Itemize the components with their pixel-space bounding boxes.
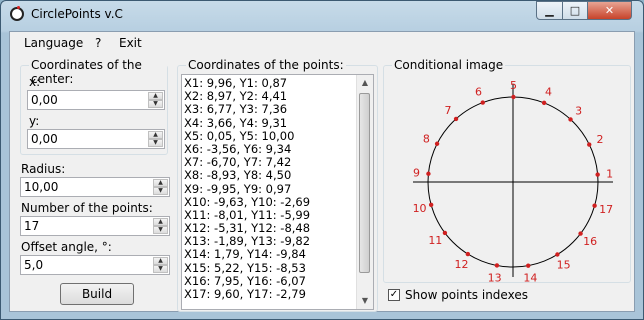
point-index-label: 8 [423,132,430,145]
num-points-up-arrow-icon[interactable]: ▲ [153,218,168,226]
radius-spinner[interactable]: ▲▼ [20,177,170,197]
center-y-spinner[interactable]: ▲▼ [27,129,165,149]
center-y-label: y: [29,114,40,128]
window-title: CirclePoints v.C [31,7,123,21]
num-points-input[interactable] [22,218,154,234]
list-item[interactable]: X4: 3,66, Y4: 9,31 [184,116,354,130]
center-y-down-arrow-icon[interactable]: ▼ [148,139,163,147]
point-marker [592,203,597,208]
point-marker [465,251,471,257]
point-index-label: 17 [599,203,613,216]
maximize-icon: □ [569,4,581,17]
client-area: Language ? Exit Coordinates of the cente… [9,31,635,312]
scroll-up-arrow-icon[interactable]: ▲ [357,75,373,91]
show-indexes-label[interactable]: Show points indexes [405,288,528,302]
points-list-group-label: Coordinates of the points: [186,58,346,72]
scroll-thumb[interactable] [359,93,370,273]
point-index-label: 5 [510,79,517,92]
point-index-label: 2 [597,133,604,146]
list-item[interactable]: X14: 1,79, Y14: -9,84 [184,248,354,261]
center-group-label: Coordinates of the center: [29,58,167,86]
center-y-up-arrow-icon[interactable]: ▲ [148,131,163,139]
point-index-label: 1 [606,168,613,181]
center-x-up-arrow-icon[interactable]: ▲ [148,92,163,100]
point-index-label: 6 [475,85,482,98]
point-marker [442,230,448,236]
point-marker [434,141,440,146]
point-marker [453,116,459,122]
menu-help[interactable]: ? [95,36,101,50]
point-marker [480,100,485,105]
point-index-label: 4 [545,86,552,99]
center-x-down-arrow-icon[interactable]: ▼ [148,100,163,108]
point-marker [426,171,431,176]
point-index-label: 9 [413,167,420,180]
center-x-label: x: [29,75,41,89]
points-listbox[interactable]: X1: 9,96, Y1: 0,87 X2: 8,97, Y2: 4,41 X3: … [181,74,374,310]
point-marker [595,172,600,177]
list-item[interactable]: X8: -8,93, Y8: 4,50 [184,169,354,182]
point-index-label: 13 [488,271,502,282]
points-list-scrollbar[interactable]: ▲ ▼ [356,75,373,309]
offset-up-arrow-icon[interactable]: ▲ [153,257,168,265]
radius-label: Radius: [21,162,66,176]
point-marker [428,202,434,208]
point-marker [526,263,531,268]
title-bar[interactable]: CirclePoints v.C ▁ □ ✕ [1,1,643,31]
point-index-label: 11 [428,234,442,247]
point-marker [568,117,573,122]
radius-input[interactable] [22,179,154,195]
num-points-spinner[interactable]: ▲▼ [20,216,170,236]
show-indexes-checkbox[interactable]: ✓ [388,289,400,301]
center-y-input[interactable] [29,131,149,147]
list-item[interactable]: X10: -9,63, Y10: -2,69 [184,195,354,209]
center-x-spinner[interactable]: ▲▼ [27,90,165,110]
list-item[interactable]: X9: -9,95, Y9: 0,97 [184,182,354,196]
point-marker [511,94,516,100]
point-index-label: 10 [413,202,427,215]
point-index-label: 12 [455,258,469,271]
close-icon: ✕ [604,4,615,17]
app-circle-icon [10,6,24,21]
radius-up-arrow-icon[interactable]: ▲ [153,179,168,187]
main-window: CirclePoints v.C ▁ □ ✕ Language ? Exit C… [0,0,644,320]
close-button[interactable]: ✕ [587,1,632,20]
point-marker [555,252,560,257]
point-index-label: 14 [523,271,537,282]
radius-down-arrow-icon[interactable]: ▼ [153,187,168,195]
offset-angle-spinner[interactable]: ▲▼ [20,255,170,275]
point-index-label: 3 [575,105,582,118]
center-x-input[interactable] [29,92,149,108]
point-index-label: 16 [583,235,597,248]
menu-language[interactable]: Language [24,36,83,50]
point-marker [587,142,592,147]
maximize-button[interactable]: □ [562,1,588,20]
list-item[interactable]: X5: 0,05, Y5: 10,00 [184,129,354,143]
minimize-button[interactable]: ▁ [536,1,563,20]
offset-angle-input[interactable] [22,257,154,273]
point-index-label: 7 [444,104,451,117]
list-item[interactable]: X15: 5,22, Y15: -8,53 [184,261,354,275]
minimize-icon: ▁ [545,4,554,17]
num-points-label: Number of the points: [21,201,153,215]
circle-plot: 12345678910111213 14151617 [413,79,614,284]
list-item[interactable]: X17: 9,60, Y17: -2,79 [184,287,354,301]
points-list: X1: 9,96, Y1: 0,87 X2: 8,97, Y2: 4,41 X3: … [184,76,354,301]
point-marker [494,263,500,268]
num-points-down-arrow-icon[interactable]: ▼ [153,226,168,234]
conditional-image-canvas: 1 2 3 4 5 6 7 8 9 10 11 12 13 14 15 16 17 [388,72,630,284]
list-item[interactable]: X3: 6,77, Y3: 7,36 [184,103,354,116]
menu-exit[interactable]: Exit [119,36,142,50]
point-index-label: 15 [557,259,571,272]
offset-angle-label: Offset angle, °: [21,240,112,254]
offset-down-arrow-icon[interactable]: ▼ [153,265,168,273]
conditional-image-label: Conditional image [392,58,506,72]
scroll-down-arrow-icon[interactable]: ▼ [357,293,373,309]
menu-bar: Language ? Exit [10,32,634,54]
build-button[interactable]: Build [60,283,134,305]
point-marker [541,100,547,106]
